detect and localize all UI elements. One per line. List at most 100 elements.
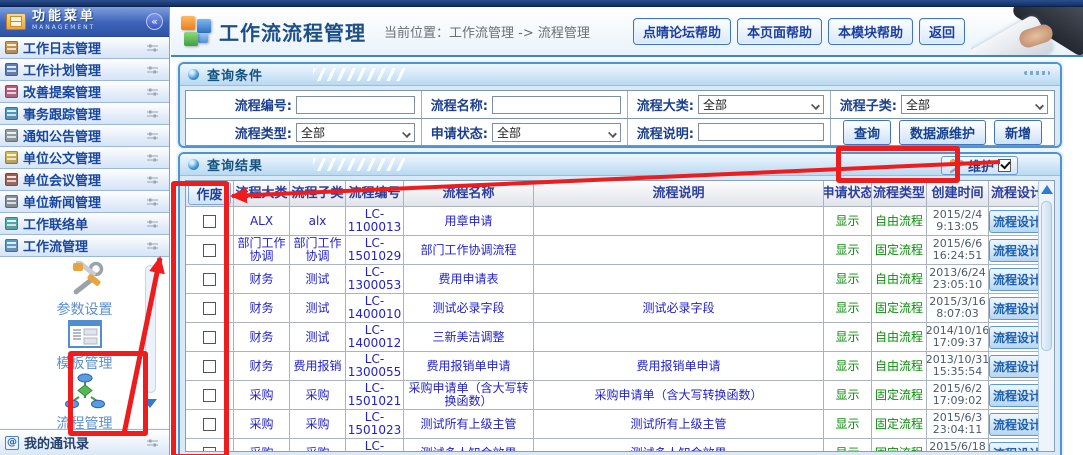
sidebar-scrollbar-track[interactable] <box>145 265 156 393</box>
query-select[interactable]: 全部 <box>901 95 1048 114</box>
field-label: 流程大类: <box>628 95 698 114</box>
category-cell: 财务 <box>234 294 290 322</box>
sidebar-item-address-book[interactable]: @ 我的通讯录 <box>0 429 169 455</box>
process-name-link[interactable]: 费用申请表 <box>404 265 534 293</box>
description-cell: 采购申请单（含大写转换函数） <box>534 381 824 409</box>
sidebar-item-label: 我的通讯录 <box>24 433 146 452</box>
code-cell: LC-1300053 <box>346 265 404 293</box>
query-input[interactable] <box>296 96 415 114</box>
process-name-link[interactable]: 三新美洁调整 <box>404 323 534 351</box>
row-checkbox[interactable] <box>203 418 216 431</box>
process-design-button[interactable]: 流程设计 <box>989 326 1045 349</box>
sidebar-menu-item[interactable]: 工作流管理 <box>0 235 169 257</box>
type-cell: 固定流程 <box>872 410 927 438</box>
handshake-image <box>971 7 1083 55</box>
header-button-2[interactable]: 本模块帮助 <box>828 18 913 45</box>
invalid-checkbox-cell <box>186 236 234 264</box>
created-time-cell: 2015/6/616:24:51 <box>927 236 989 264</box>
process-design-button[interactable]: 流程设计 <box>989 210 1045 233</box>
row-checkbox[interactable] <box>203 360 216 373</box>
row-checkbox[interactable] <box>203 447 216 453</box>
created-time-cell: 2015/3/168:07:03 <box>927 294 989 322</box>
maintain-button[interactable]: 维护 <box>941 156 1018 175</box>
add-new-button[interactable]: 新增 <box>994 120 1042 145</box>
type-cell: 固定流程 <box>872 381 927 409</box>
process-name-link[interactable]: 测试必录字段 <box>404 294 534 322</box>
sidebar-menu-item[interactable]: 单位新闻管理 <box>0 191 169 213</box>
process-name-link[interactable]: 采购申请单（含大写转换函数） <box>404 381 534 409</box>
chevron-down-icon[interactable] <box>143 399 157 408</box>
design-cell: 流程设计 <box>989 439 1045 452</box>
sidebar-tool-process-management[interactable]: 流程管理 <box>15 373 155 433</box>
row-checkbox[interactable] <box>203 273 216 286</box>
created-time-cell: 2015/6/217:09:02 <box>927 381 989 409</box>
row-checkbox[interactable] <box>203 331 216 344</box>
table-row: 采购 采购 LC-1501028 测试多人知会效果 测试多人知会效果 显示 固定… <box>186 439 1054 452</box>
process-name-link[interactable]: 用章申请 <box>404 207 534 235</box>
header-button-3[interactable]: 返回 <box>919 18 965 45</box>
row-checkbox[interactable] <box>203 302 216 315</box>
sidebar-menu-item[interactable]: 工作联络单 <box>0 213 169 235</box>
process-name-link[interactable]: 部门工作协调流程 <box>404 236 534 264</box>
sidebar-menu-item[interactable]: 通知公告管理 <box>0 125 169 147</box>
invalid-checkbox-cell <box>186 265 234 293</box>
code-cell: LC-1501029 <box>346 236 404 264</box>
sidebar-tool-templates[interactable]: 模板管理 <box>15 319 155 373</box>
process-design-button[interactable]: 流程设计 <box>989 239 1045 262</box>
process-design-button[interactable]: 流程设计 <box>989 355 1045 378</box>
sidebar-menu-item[interactable]: 单位会议管理 <box>0 169 169 191</box>
header-button-1[interactable]: 本页面帮助 <box>737 18 822 45</box>
settings-tools-icon <box>65 261 105 295</box>
chevron-up-icon[interactable] <box>1041 185 1053 194</box>
row-checkbox[interactable] <box>203 215 216 228</box>
search-button[interactable]: 查询 <box>843 120 891 145</box>
process-name-link[interactable]: 测试所有上级主管 <box>404 410 534 438</box>
query-select[interactable]: 全部 <box>492 123 621 142</box>
subcategory-cell: 测试 <box>290 323 346 351</box>
status-cell: 显示 <box>824 381 872 409</box>
table-scrollbar[interactable] <box>1038 181 1054 451</box>
sidebar-tool-settings[interactable]: 参数设置 <box>15 261 155 319</box>
sidebar-menu-item[interactable]: 改善提案管理 <box>0 81 169 103</box>
collapse-sidebar-button[interactable]: « <box>146 13 163 30</box>
query-conditions-panel: 查询条件 流程编号:流程名称:流程大类:全部流程子类:全部 流程类型:全部申请状… <box>178 62 1062 148</box>
process-design-button[interactable]: 流程设计 <box>989 384 1045 407</box>
sidebar-menu-item[interactable]: 工作计划管理 <box>0 59 169 81</box>
field-label: 流程说明: <box>628 123 698 142</box>
sidebar-menu-item[interactable]: 事务跟踪管理 <box>0 103 169 125</box>
design-cell: 流程设计 <box>989 352 1045 380</box>
bullet-icon <box>188 159 199 170</box>
row-checkbox[interactable] <box>203 244 216 257</box>
row-checkbox[interactable] <box>203 389 216 402</box>
design-cell: 流程设计 <box>989 207 1045 235</box>
sidebar-tools-panel: 参数设置 模板管理 流程管理 <box>0 257 169 428</box>
process-name-link[interactable]: 费用报销单申请 <box>404 352 534 380</box>
datasource-maintain-button[interactable]: 数据源维护 <box>899 120 986 145</box>
query-select[interactable]: 全部 <box>296 123 415 142</box>
process-design-button[interactable]: 流程设计 <box>989 297 1045 320</box>
menu-item-label: 工作计划管理 <box>23 60 146 79</box>
query-input[interactable] <box>492 96 621 114</box>
invalid-column-header-button[interactable]: 作废 <box>188 182 230 205</box>
process-name-link[interactable]: 测试多人知会效果 <box>404 439 534 452</box>
slider-icon <box>146 65 159 75</box>
description-cell <box>534 236 824 264</box>
query-select[interactable]: 全部 <box>698 95 824 114</box>
process-design-button[interactable]: 流程设计 <box>989 268 1045 291</box>
maintain-checkbox[interactable] <box>998 159 1011 172</box>
results-panel-header: 查询结果 维护 <box>180 154 1060 176</box>
query-buttons: 查询数据源维护新增 <box>831 120 1054 145</box>
scrollbar-thumb[interactable] <box>1041 201 1052 351</box>
created-time-cell: 2015/2/49:13:05 <box>927 207 989 235</box>
invalid-checkbox-cell <box>186 294 234 322</box>
subcategory-cell: 采购 <box>290 439 346 452</box>
query-input[interactable] <box>698 123 824 141</box>
process-design-button[interactable]: 流程设计 <box>989 442 1045 453</box>
sidebar-menu-item[interactable]: 工作日志管理 <box>0 37 169 59</box>
status-cell: 显示 <box>824 323 872 351</box>
sidebar-menu-item[interactable]: 单位公文管理 <box>0 147 169 169</box>
column-header-1: 流程大类 <box>234 181 290 206</box>
menu-cabinet-icon <box>6 13 26 30</box>
process-design-button[interactable]: 流程设计 <box>989 413 1045 436</box>
header-button-0[interactable]: 点晴论坛帮助 <box>633 18 731 45</box>
